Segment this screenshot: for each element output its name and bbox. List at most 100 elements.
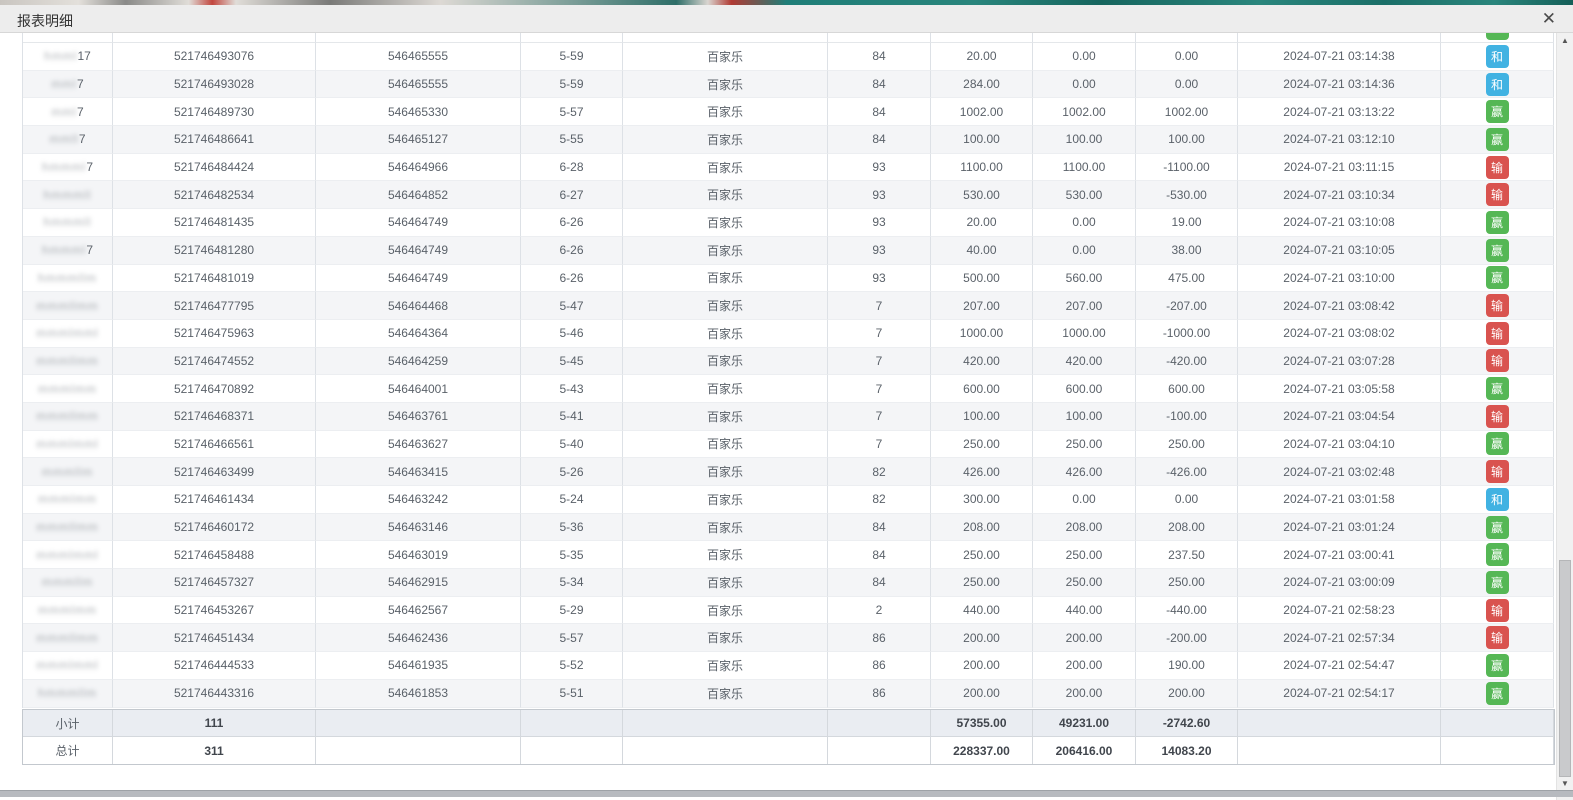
cell-round-id: 546465555 (316, 43, 521, 71)
cell-round-id: 546463627 (316, 431, 521, 459)
blurred-username: hmmmll (44, 188, 92, 202)
cell-order-id: 521746443316 (113, 680, 316, 708)
cell-order-id: 521746477795 (113, 292, 316, 320)
cell-round-id: 546463415 (316, 458, 521, 486)
cell-time: 2024-07-21 02:57:34 (1238, 624, 1441, 652)
cell-username: hmml17 (23, 43, 113, 71)
cell-table-no: 84 (828, 514, 931, 542)
cell-win-loss: 250.00 (1136, 431, 1238, 459)
cell-order-id: 521746489730 (113, 98, 316, 126)
cell-game: 百家乐 (623, 98, 828, 126)
cell-win-loss: 1002.00 (1136, 98, 1238, 126)
cell-table-no: 7 (828, 375, 931, 403)
cell-result (1441, 33, 1554, 43)
cell-valid-amount: 250.00 (1033, 541, 1136, 569)
cell-valid-amount: 1000.00 (1033, 320, 1136, 348)
cell-win-loss (1136, 33, 1238, 43)
cell-username: mmmlmml (23, 541, 113, 569)
cell-result: 赢 (1441, 541, 1554, 569)
result-badge: 赢 (1486, 377, 1509, 400)
cell-valid-amount: 208.00 (1033, 514, 1136, 542)
table-row: mmmlmm 521746470892 546464001 5-43 百家乐 7… (23, 375, 1554, 403)
result-badge: 输 (1486, 599, 1509, 622)
scroll-up-icon[interactable]: ▲ (1557, 36, 1573, 45)
cell-round: 6-26 (521, 237, 623, 265)
cell-time (1238, 33, 1441, 43)
cell-win-loss: 190.00 (1136, 652, 1238, 680)
cell-valid-amount: 530.00 (1033, 181, 1136, 209)
cell-game (623, 33, 828, 43)
cell-time: 2024-07-21 03:13:22 (1238, 98, 1441, 126)
cell-username: mmmlmm (23, 486, 113, 514)
table-row: mmmlmml 521746458488 546463019 5-35 百家乐 … (23, 541, 1554, 569)
cell-valid-amount: 100.00 (1033, 126, 1136, 154)
cell-order-id: 521746457327 (113, 569, 316, 597)
cell-round: 5-34 (521, 569, 623, 597)
cell-round-id: 546464259 (316, 348, 521, 376)
cell-valid-amount: 0.00 (1033, 209, 1136, 237)
cell-username: hmmmll (23, 181, 113, 209)
cell-game: 百家乐 (623, 514, 828, 542)
cell-valid-amount: 426.00 (1033, 458, 1136, 486)
cell-result: 赢 (1441, 431, 1554, 459)
cell-win-loss: 237.50 (1136, 541, 1238, 569)
close-icon[interactable]: ✕ (1542, 8, 1556, 30)
cell-order-id: 521746458488 (113, 541, 316, 569)
blurred-username: mml (51, 77, 77, 91)
cell-time: 2024-07-21 03:14:36 (1238, 71, 1441, 99)
cell-round: 6-28 (521, 154, 623, 182)
blurred-username: hmml (44, 49, 77, 63)
vertical-scrollbar[interactable]: ▲ ▼ (1556, 33, 1573, 800)
result-badge: 输 (1486, 294, 1509, 317)
cell-table-no: 93 (828, 209, 931, 237)
cell-win-loss: -426.00 (1136, 458, 1238, 486)
cell-table-no: 93 (828, 181, 931, 209)
cell-order-id: 521746461434 (113, 486, 316, 514)
cell-win-loss: 19.00 (1136, 209, 1238, 237)
cell-order-id: 521746481435 (113, 209, 316, 237)
scrollbar-thumb[interactable] (1559, 560, 1571, 777)
cell-bet-amount: 207.00 (931, 292, 1033, 320)
cell-game: 百家乐 (623, 43, 828, 71)
table-row: mmmlmml 521746466561 546463627 5-40 百家乐 … (23, 431, 1554, 459)
cell-round-id: 546461935 (316, 652, 521, 680)
result-badge: 赢 (1486, 211, 1509, 234)
cell-result: 和 (1441, 71, 1554, 99)
cell-username: mmmlmml (23, 652, 113, 680)
cell-result: 输 (1441, 348, 1554, 376)
result-badge: 输 (1486, 626, 1509, 649)
cell-result: 赢 (1441, 375, 1554, 403)
modal-body: hmml17 521746493076 546465555 5-59 百家乐 8… (0, 33, 1573, 800)
cell-valid-amount: 200.00 (1033, 652, 1136, 680)
cell-bet-amount: 1002.00 (931, 98, 1033, 126)
cell-game: 百家乐 (623, 181, 828, 209)
cell-bet-amount: 250.00 (931, 431, 1033, 459)
cell-win-loss: -1100.00 (1136, 154, 1238, 182)
cell-result: 输 (1441, 181, 1554, 209)
cell-round-id: 546463242 (316, 486, 521, 514)
blurred-username: mmmlmml (36, 326, 98, 340)
cell-username: mml7 (23, 98, 113, 126)
scroll-down-icon[interactable]: ▼ (1557, 779, 1573, 788)
cell-win-loss: 0.00 (1136, 43, 1238, 71)
cell-order-id: 521746493028 (113, 71, 316, 99)
blurred-username: mmmllmm (36, 631, 98, 645)
cell-game: 百家乐 (623, 541, 828, 569)
cell-win-loss: -440.00 (1136, 597, 1238, 625)
result-badge: 和 (1486, 45, 1509, 68)
bottom-scrollbar-track[interactable] (0, 790, 1573, 797)
cell-round: 5-43 (521, 375, 623, 403)
cell-game: 百家乐 (623, 458, 828, 486)
cell-round: 6-26 (521, 209, 623, 237)
modal-header: 报表明细 ✕ (0, 5, 1573, 33)
cell-time: 2024-07-21 03:14:38 (1238, 43, 1441, 71)
result-badge: 赢 (1486, 239, 1509, 262)
username-suffix: 17 (77, 49, 90, 63)
report-table-body: hmml17 521746493076 546465555 5-59 百家乐 8… (22, 33, 1554, 708)
cell-round-id: 546462915 (316, 569, 521, 597)
cell-username: hmmmllm (23, 680, 113, 708)
cell-table-no: 84 (828, 569, 931, 597)
cell-round: 5-41 (521, 403, 623, 431)
cell-result: 赢 (1441, 652, 1554, 680)
cell-table-no: 84 (828, 126, 931, 154)
